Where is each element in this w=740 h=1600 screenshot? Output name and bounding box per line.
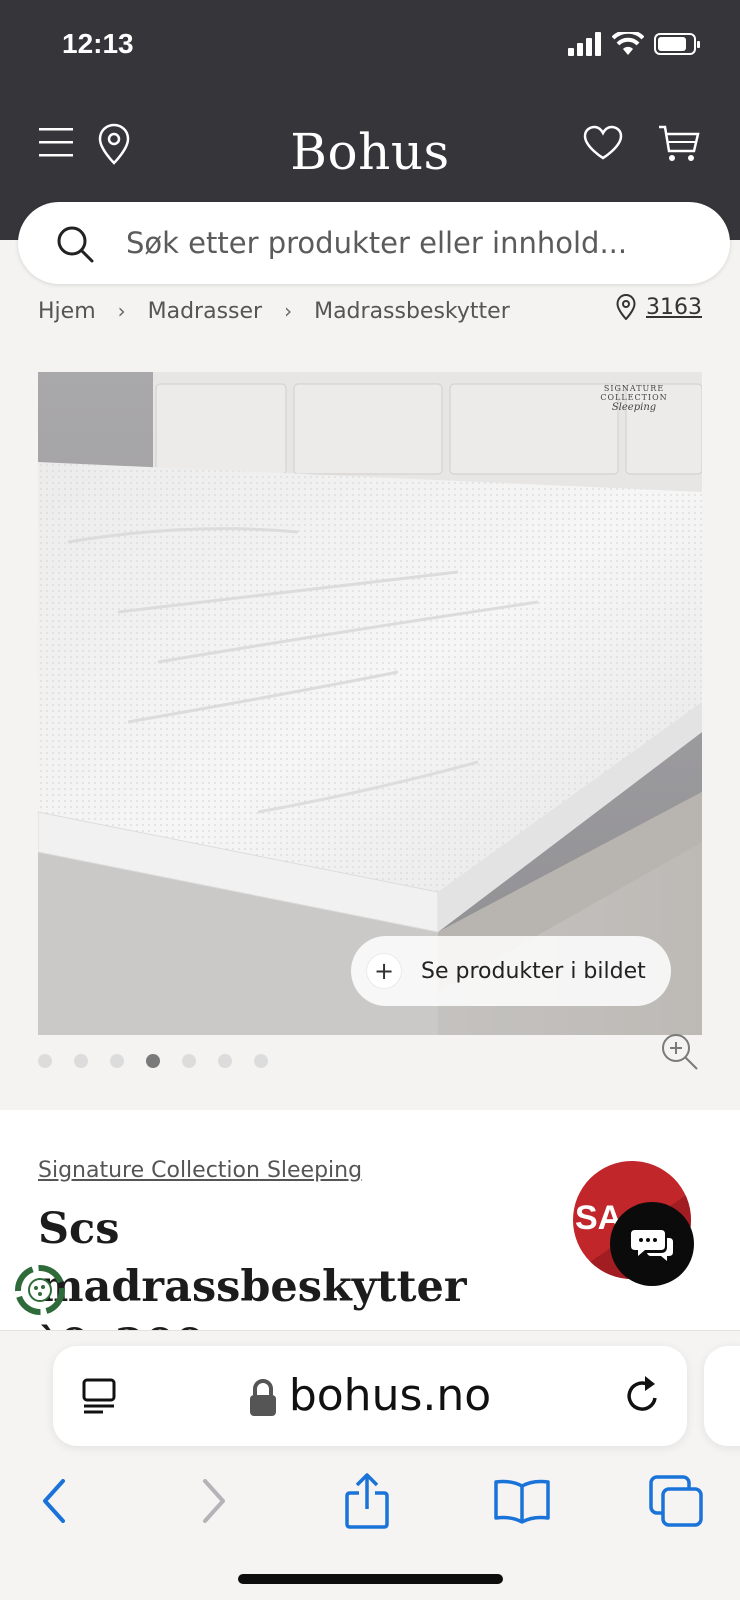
status-bar: 12:13 — [0, 0, 740, 95]
carousel-dot[interactable] — [218, 1054, 232, 1068]
chevron-left-icon — [43, 1479, 65, 1523]
breadcrumb: Hjem › Madrasser › Madrassbeskytter — [38, 296, 510, 326]
safari-nav-row — [0, 1461, 740, 1541]
search-input[interactable] — [126, 220, 706, 266]
breadcrumb-madrassbeskytter[interactable]: Madrassbeskytter — [314, 299, 510, 324]
carousel-dot[interactable] — [254, 1054, 268, 1068]
tabs-button[interactable] — [636, 1461, 716, 1541]
image-watermark: SIGNATURE COLLECTION Sleeping — [570, 384, 698, 413]
share-button[interactable] — [327, 1461, 407, 1541]
back-button[interactable] — [14, 1461, 94, 1541]
selected-store[interactable]: 3163 — [616, 294, 702, 320]
see-products-button[interactable]: + Se produkter i bildet — [351, 936, 671, 1006]
chevron-right-icon: › — [284, 299, 293, 323]
carousel-dot[interactable] — [74, 1054, 88, 1068]
search-bar — [18, 202, 730, 284]
browser-toolbar: bohus.no — [0, 1330, 740, 1600]
carousel-dot[interactable] — [110, 1054, 124, 1068]
status-time: 12:13 — [62, 28, 134, 59]
status-icons — [568, 32, 700, 56]
tabs-icon — [649, 1475, 703, 1527]
location-pin-icon — [616, 294, 636, 320]
url-display: bohus.no — [53, 1370, 687, 1421]
address-bar[interactable]: bohus.no — [53, 1346, 687, 1446]
signal-icon — [568, 32, 601, 56]
chevron-right-icon: › — [117, 299, 126, 323]
favorites-heart-icon[interactable] — [583, 125, 623, 161]
carousel-dot-active[interactable] — [146, 1054, 160, 1068]
lock-icon — [249, 1379, 276, 1416]
chat-button[interactable] — [610, 1202, 694, 1286]
chevron-right-icon — [203, 1479, 225, 1523]
chat-bubbles-icon — [631, 1230, 673, 1261]
carousel-dot[interactable] — [182, 1054, 196, 1068]
site-logo[interactable]: Bohus — [0, 123, 740, 181]
share-icon — [345, 1473, 389, 1529]
battery-icon — [654, 33, 700, 55]
watermark-line2: Sleeping — [611, 402, 657, 413]
shopping-cart-icon[interactable] — [658, 125, 700, 163]
zoom-in-icon[interactable] — [660, 1032, 700, 1072]
forward-button[interactable] — [174, 1461, 254, 1541]
carousel-dots — [38, 1054, 268, 1068]
reload-icon[interactable] — [623, 1374, 663, 1416]
wifi-icon — [612, 32, 644, 55]
book-icon — [494, 1479, 550, 1524]
bookmarks-button[interactable] — [482, 1461, 562, 1541]
product-brand-link[interactable]: Signature Collection Sleeping — [38, 1158, 362, 1183]
url-text: bohus.no — [288, 1370, 492, 1421]
plus-icon: + — [367, 954, 401, 988]
recycle-eco-icon[interactable] — [14, 1264, 66, 1316]
see-products-label: Se produkter i bildet — [421, 958, 646, 984]
breadcrumb-home[interactable]: Hjem — [38, 299, 96, 324]
next-tab-preview[interactable] — [704, 1346, 740, 1446]
home-indicator — [238, 1574, 503, 1584]
search-icon[interactable] — [56, 225, 94, 263]
watermark-line1: SIGNATURE COLLECTION — [600, 384, 668, 402]
breadcrumb-madrasser[interactable]: Madrasser — [148, 299, 262, 324]
store-number[interactable]: 3163 — [646, 295, 702, 320]
carousel-dot[interactable] — [38, 1054, 52, 1068]
